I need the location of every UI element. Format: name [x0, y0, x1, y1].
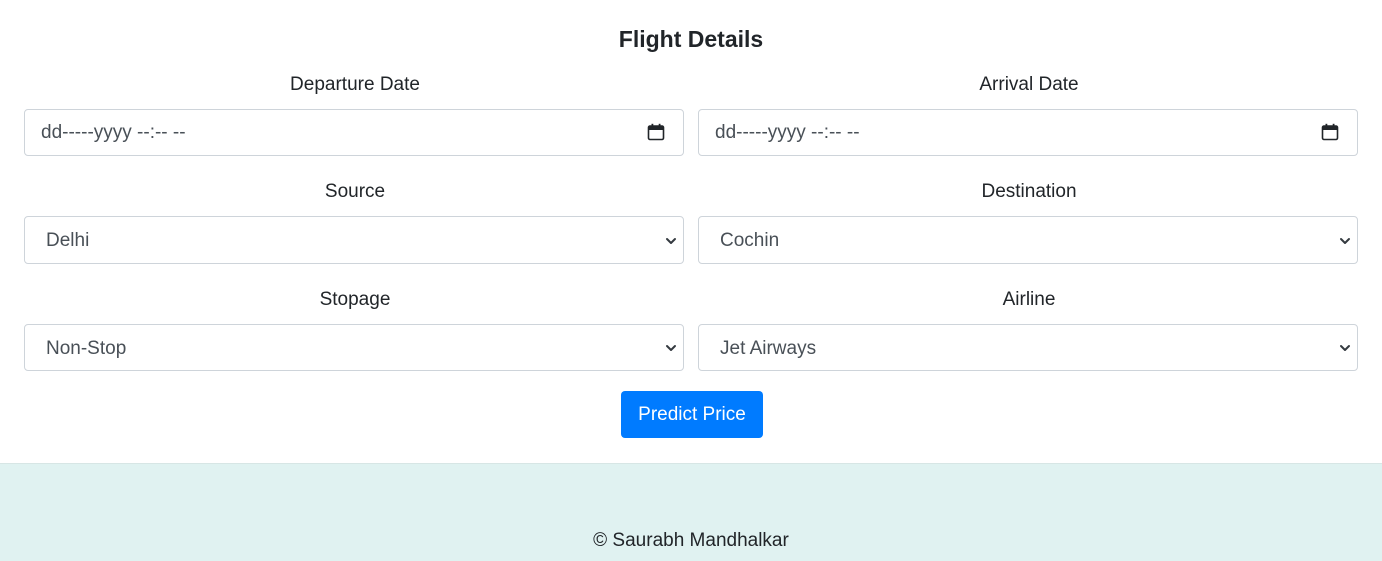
arrival-date-input[interactable]: dd-----yyyy --:-- --: [698, 109, 1358, 156]
departure-date-placeholder: dd-----yyyy --:-- --: [41, 122, 186, 143]
departure-date-input[interactable]: dd-----yyyy --:-- --: [24, 109, 684, 156]
departure-date-label: Departure Date: [290, 74, 420, 95]
source-select[interactable]: Delhi: [24, 216, 684, 264]
stopage-label: Stopage: [319, 289, 391, 310]
calendar-icon[interactable]: [1321, 123, 1339, 141]
arrival-date-placeholder: dd-----yyyy --:-- --: [715, 122, 860, 143]
airline-select[interactable]: Jet Airways: [698, 324, 1358, 371]
arrival-date-label: Arrival Date: [979, 74, 1079, 95]
chevron-down-icon: [666, 345, 676, 351]
airline-value: Jet Airways: [720, 338, 817, 359]
chevron-down-icon: [666, 238, 676, 244]
stopage-value: Non-Stop: [46, 338, 127, 359]
predict-price-button[interactable]: Predict Price: [621, 391, 763, 438]
source-value: Delhi: [46, 230, 90, 251]
chevron-down-icon: [1340, 345, 1350, 351]
destination-value: Cochin: [720, 230, 780, 251]
source-label: Source: [324, 181, 386, 202]
destination-label: Destination: [981, 181, 1077, 202]
calendar-icon[interactable]: [647, 123, 665, 141]
stopage-select[interactable]: Non-Stop: [24, 324, 684, 371]
footer: © Saurabh Mandhalkar: [0, 463, 1382, 561]
chevron-down-icon: [1340, 238, 1350, 244]
airline-label: Airline: [1002, 289, 1056, 310]
page-title: Flight Details: [618, 26, 764, 52]
footer-copyright: © Saurabh Mandhalkar: [593, 530, 789, 551]
destination-select[interactable]: Cochin: [698, 216, 1358, 264]
